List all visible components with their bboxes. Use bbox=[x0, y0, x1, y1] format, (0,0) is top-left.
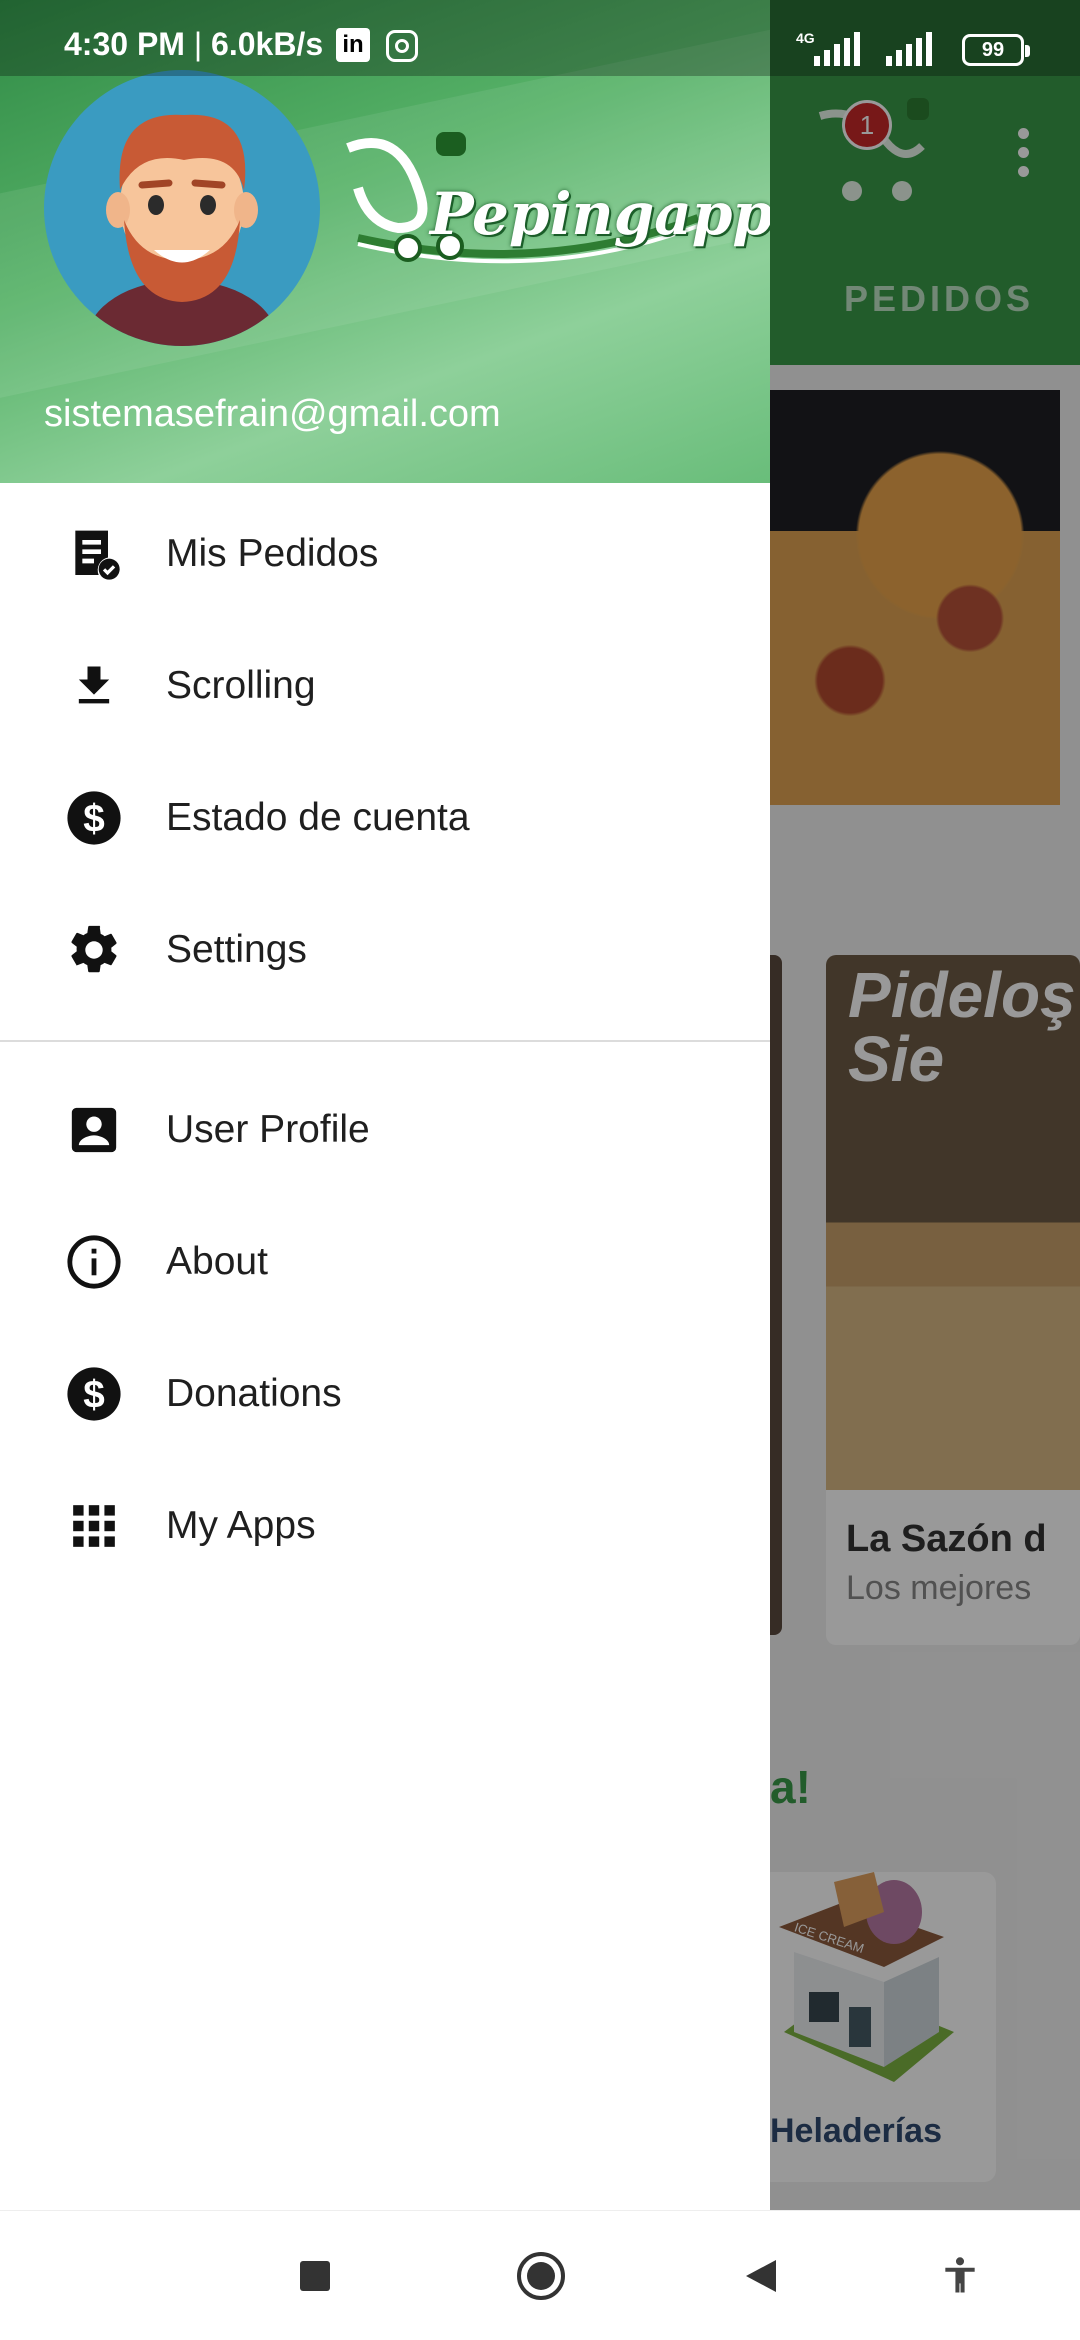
accessibility-button[interactable] bbox=[935, 2251, 985, 2301]
menu-item-label: User Profile bbox=[166, 1108, 370, 1151]
receipt-check-icon bbox=[64, 524, 124, 584]
menu-item-label: Settings bbox=[166, 928, 307, 971]
square-icon bbox=[300, 2261, 330, 2291]
menu-item-label: Scrolling bbox=[166, 664, 316, 707]
avatar-illustration-icon bbox=[87, 114, 277, 346]
brand-name: Pepingapp bbox=[430, 180, 770, 248]
svg-text:$: $ bbox=[83, 797, 105, 840]
menu-item-label: About bbox=[166, 1240, 268, 1283]
menu-item-label: Donations bbox=[166, 1372, 342, 1415]
info-icon bbox=[64, 1232, 124, 1292]
menu-item-label: Mis Pedidos bbox=[166, 532, 379, 575]
dollar-circle-icon: $ bbox=[64, 1364, 124, 1424]
status-bar: 4:30 PM | 6.0kB/s in 4G 99 bbox=[0, 0, 1080, 76]
menu-item-estado-de-cuenta[interactable]: $ Estado de cuenta bbox=[0, 752, 770, 884]
linkedin-icon: in bbox=[336, 28, 370, 62]
battery-icon: 99 bbox=[962, 34, 1030, 66]
apps-grid-icon bbox=[64, 1496, 124, 1556]
user-email: sistemasefrain@gmail.com bbox=[44, 393, 501, 435]
signal-4g-icon: 4G bbox=[796, 30, 860, 66]
menu-divider bbox=[0, 1040, 770, 1042]
signal-icon bbox=[886, 32, 932, 66]
circle-home-icon bbox=[517, 2252, 565, 2300]
navigation-drawer: Pepingapp sistemasefrain@gmail.com Mis P… bbox=[0, 0, 770, 2210]
menu-group-secondary: User Profile About $ Donations My Apps bbox=[0, 1064, 770, 1592]
menu-item-label: Estado de cuenta bbox=[166, 796, 470, 839]
menu-item-my-apps[interactable]: My Apps bbox=[0, 1460, 770, 1592]
instagram-icon bbox=[386, 30, 418, 62]
account-box-icon bbox=[64, 1100, 124, 1160]
status-time: 4:30 PM | 6.0kB/s bbox=[64, 26, 324, 62]
svg-text:$: $ bbox=[83, 1373, 105, 1416]
menu-item-mis-pedidos[interactable]: Mis Pedidos bbox=[0, 488, 770, 620]
menu-item-scrolling[interactable]: Scrolling bbox=[0, 620, 770, 752]
menu-item-donations[interactable]: $ Donations bbox=[0, 1328, 770, 1460]
home-button[interactable] bbox=[515, 2251, 565, 2301]
status-network-speed: 6.0kB/s bbox=[211, 26, 324, 62]
avatar[interactable] bbox=[44, 70, 320, 346]
menu-item-about[interactable]: About bbox=[0, 1196, 770, 1328]
menu-item-user-profile[interactable]: User Profile bbox=[0, 1064, 770, 1196]
drawer-menu: Mis Pedidos Scrolling $ Estado de cuenta… bbox=[0, 483, 770, 1592]
menu-group-main: Mis Pedidos Scrolling $ Estado de cuenta… bbox=[0, 483, 770, 1016]
triangle-back-icon bbox=[746, 2260, 776, 2292]
recents-button[interactable] bbox=[290, 2251, 340, 2301]
dollar-circle-icon: $ bbox=[64, 788, 124, 848]
status-indicators: 4G 99 bbox=[796, 26, 1030, 66]
back-button[interactable] bbox=[735, 2251, 785, 2301]
status-clock: 4:30 PM bbox=[64, 26, 185, 62]
download-icon bbox=[64, 656, 124, 716]
menu-item-settings[interactable]: Settings bbox=[0, 884, 770, 1016]
system-nav-bar bbox=[0, 2210, 1080, 2340]
accessibility-icon bbox=[945, 2257, 975, 2293]
gear-icon bbox=[64, 920, 124, 980]
menu-item-label: My Apps bbox=[166, 1504, 316, 1547]
network-type: 4G bbox=[796, 30, 815, 46]
